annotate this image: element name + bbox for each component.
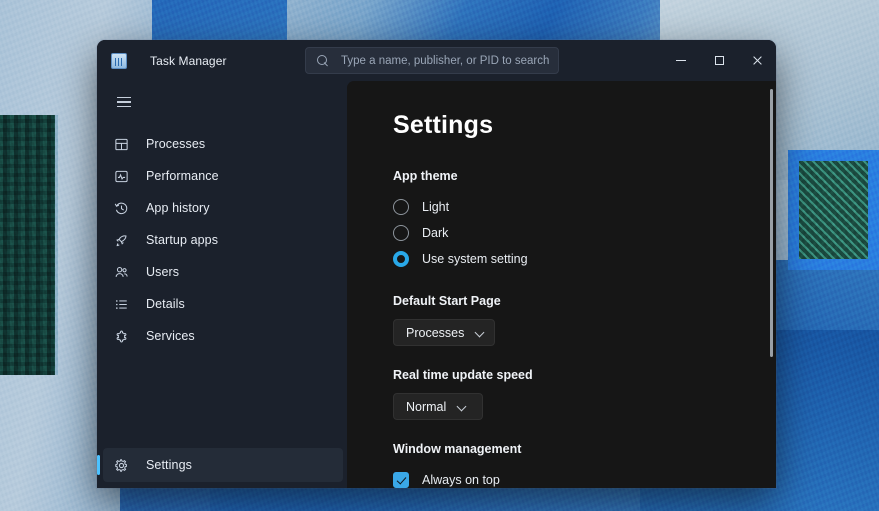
checkbox-always-on-top-indicator: [393, 472, 409, 488]
search-input[interactable]: [341, 55, 558, 67]
sidebar-item-services[interactable]: Services: [103, 320, 343, 352]
details-icon: [113, 296, 130, 313]
sidebar-item-label: Settings: [146, 458, 192, 472]
radio-use-system-setting[interactable]: Use system setting: [393, 246, 776, 272]
page-title: Settings: [393, 111, 776, 140]
sidebar-item-label: Processes: [146, 137, 205, 151]
radio-dark-indicator: [393, 225, 409, 241]
sidebar-item-label: Performance: [146, 169, 219, 183]
checkbox-always-on-top-label: Always on top: [422, 473, 500, 487]
update-speed-heading: Real time update speed: [393, 368, 776, 382]
sidebar-nav: Processes Performance: [97, 128, 347, 448]
processes-icon: [113, 136, 130, 153]
minimize-icon: [676, 60, 686, 61]
radio-use-system-setting-label: Use system setting: [422, 252, 528, 266]
default-start-page-value: Processes: [406, 326, 464, 340]
maximize-button[interactable]: [700, 40, 738, 81]
window-titlebar[interactable]: Task Manager: [97, 40, 776, 81]
hamburger-line: [117, 97, 131, 99]
sidebar-item-label: Users: [146, 265, 179, 279]
sidebar-item-label: Services: [146, 329, 195, 343]
close-icon: [752, 55, 763, 66]
sidebar-item-label: App history: [146, 201, 210, 215]
chevron-down-icon: [458, 402, 467, 411]
content-scrollbar[interactable]: [770, 89, 773, 487]
window-title: Task Manager: [150, 54, 227, 68]
app-theme-heading: App theme: [393, 169, 776, 183]
content-container: Settings App theme Light Dark Use system…: [347, 81, 776, 488]
sidebar-item-startup-apps[interactable]: Startup apps: [103, 224, 343, 256]
performance-icon: [113, 168, 130, 185]
sidebar-item-label: Details: [146, 297, 185, 311]
spacer: [393, 346, 776, 368]
sidebar-item-label: Startup apps: [146, 233, 218, 247]
update-speed-value: Normal: [406, 400, 446, 414]
maximize-icon: [715, 56, 724, 65]
app-history-icon: [113, 200, 130, 217]
services-icon: [113, 328, 130, 345]
checkbox-always-on-top[interactable]: Always on top: [393, 467, 776, 488]
search-box[interactable]: [305, 47, 559, 74]
spacer: [393, 420, 776, 442]
gear-icon: [113, 457, 130, 474]
default-start-page-heading: Default Start Page: [393, 294, 776, 308]
default-start-page-dropdown[interactable]: Processes: [393, 319, 495, 346]
sidebar-item-users[interactable]: Users: [103, 256, 343, 288]
sidebar-item-app-history[interactable]: App history: [103, 192, 343, 224]
search-icon: [317, 55, 329, 67]
window-body: Processes Performance: [97, 81, 776, 488]
task-manager-icon: [111, 53, 127, 69]
startup-apps-icon: [113, 232, 130, 249]
radio-light[interactable]: Light: [393, 194, 776, 220]
hamburger-line: [117, 101, 131, 103]
radio-light-indicator: [393, 199, 409, 215]
sidebar-item-processes[interactable]: Processes: [103, 128, 343, 160]
minimize-button[interactable]: [662, 40, 700, 81]
sidebar-item-settings[interactable]: Settings: [103, 448, 343, 482]
settings-scroll-area: Settings App theme Light Dark Use system…: [347, 81, 776, 488]
users-icon: [113, 264, 130, 281]
update-speed-dropdown[interactable]: Normal: [393, 393, 483, 420]
sidebar-item-details[interactable]: Details: [103, 288, 343, 320]
window-management-heading: Window management: [393, 442, 776, 456]
chevron-down-icon: [476, 328, 485, 337]
task-manager-window: Task Manager: [97, 40, 776, 488]
scrollbar-thumb[interactable]: [770, 89, 773, 357]
radio-dark-label: Dark: [422, 226, 448, 240]
sidebar: Processes Performance: [97, 81, 347, 488]
radio-use-system-setting-indicator: [393, 251, 409, 267]
hamburger-icon[interactable]: [105, 85, 143, 119]
hamburger-line: [117, 106, 131, 108]
radio-dark[interactable]: Dark: [393, 220, 776, 246]
settings-panel: Settings App theme Light Dark Use system…: [347, 81, 776, 488]
radio-light-label: Light: [422, 200, 449, 214]
spacer: [393, 272, 776, 294]
sidebar-item-performance[interactable]: Performance: [103, 160, 343, 192]
close-button[interactable]: [738, 40, 776, 81]
window-controls: [662, 40, 776, 81]
